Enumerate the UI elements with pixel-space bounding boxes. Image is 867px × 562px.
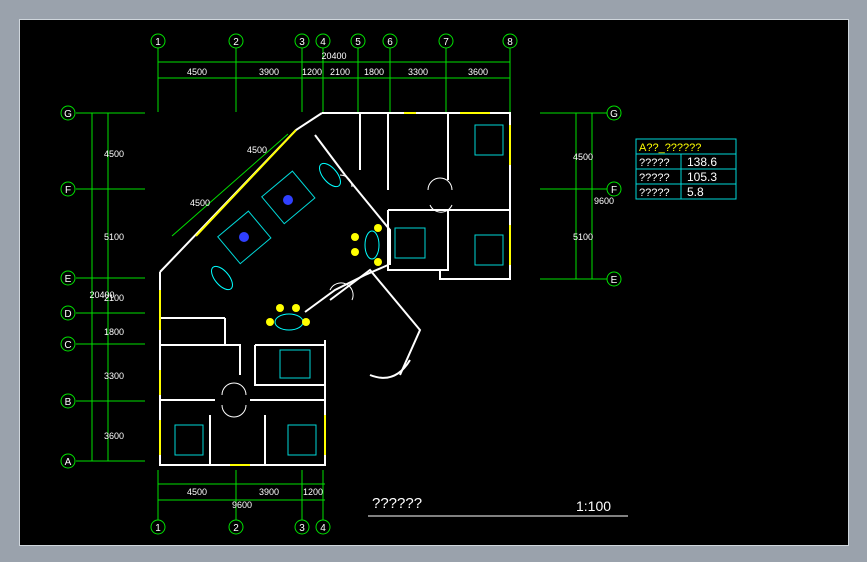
grid-col-3-label: 3 [299,37,305,48]
dim-top-total: 20400 [321,51,346,61]
dim-top-4: 1800 [364,67,384,77]
dim-top-1: 3900 [259,67,279,77]
grid-col-8-label: 8 [507,37,513,48]
dim-left-4: 3300 [104,371,124,381]
dim-bottom-0: 4500 [187,487,207,497]
area-label-0: A??_?????? [639,142,701,154]
dim-bottom-2: 1200 [303,487,323,497]
furniture [174,124,504,456]
grid-col-5-label: 5 [355,37,361,48]
dim-top-3: 2100 [330,67,350,77]
dim-left-0: 4500 [104,149,124,159]
grid-col-bottom-2-label: 2 [233,523,239,534]
area-table: A??_??????????? 138.6????? 105.3????? 5.8 [635,138,737,200]
axis-grid: 1 2 3 4 5 6 7 8 1 2 3 4 G F E D C B A G F E [60,33,622,535]
area-label-2: ????? [639,172,670,184]
grid-col-7-label: 7 [443,37,449,48]
grid-col-bottom-4-label: 4 [320,523,326,534]
drawing-title: ?????? [372,495,422,512]
dim-left-1: 5100 [104,232,124,242]
doors [221,174,453,418]
dim-top-6: 3600 [468,67,488,77]
grid-row-E-label: E [65,274,72,285]
area-label-1: ????? [639,157,670,169]
grid-row-G-label: G [64,109,72,120]
grid-row-right-G-label: G [610,109,618,120]
dim-bottom-1: 3900 [259,487,279,497]
grid-col-6-label: 6 [387,37,393,48]
area-value-3: 5.8 [687,185,704,199]
area-value-2: 105.3 [687,170,717,184]
dim-bottom-total: 9600 [232,500,252,510]
grid-col-4-label: 4 [320,37,326,48]
dim-top-0: 4500 [187,67,207,77]
walls [159,112,511,466]
grid-col-1-label: 1 [155,37,161,48]
grid-col-bottom-3-label: 3 [299,523,305,534]
dim-left-5: 3600 [104,431,124,441]
grid-row-right-F-label: F [611,185,617,196]
grid-row-D-label: D [64,309,71,320]
grid-row-A-label: A [65,457,72,468]
dim-right-1: 5100 [573,232,593,242]
grid-row-right-E-label: E [611,275,618,286]
floor-plan-drawing: 1 2 3 4 5 6 7 81 2 3 4GFEDCBAGFE 4500 3900 1200 2100 1… [60,33,737,535]
title-block: ?????? 1:100 [368,495,628,517]
dim-top-2: 1200 [302,67,322,77]
area-value-1: 138.6 [687,155,717,169]
area-label-3: ????? [639,187,670,199]
dim-left-3: 1800 [104,327,124,337]
dim-right-0: 4500 [573,152,593,162]
dim-top-5: 3300 [408,67,428,77]
dim-left-total: 20400 [89,290,114,300]
grid-col-2-label: 2 [233,37,239,48]
grid-row-C-label: C [64,340,71,351]
grid-row-F-label: F [65,185,71,196]
drawing-scale: 1:100 [576,498,611,514]
dim-right-total: 9600 [594,196,614,206]
grid-col-bottom-1-label: 1 [155,523,161,534]
dim-diag-1: 4500 [190,198,210,208]
dimension-chains [91,61,593,501]
grid-row-B-label: B [65,397,72,408]
dim-diag-0: 4500 [247,145,267,155]
